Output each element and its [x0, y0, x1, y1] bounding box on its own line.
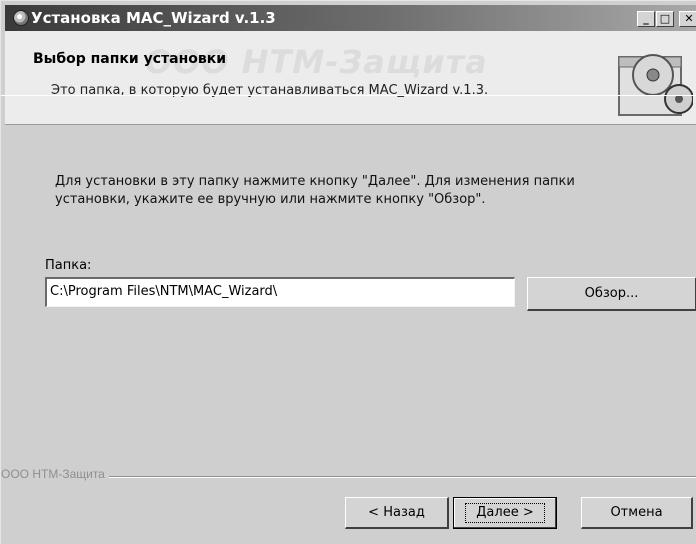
browse-button[interactable]: Обзор... [527, 277, 696, 311]
next-button-label: Далее > [465, 503, 545, 523]
maximize-button[interactable]: □ [656, 11, 674, 27]
header-panel: ООО НТМ-Защита Выбор папки установки Это… [5, 31, 696, 125]
close-button[interactable]: ✕ [679, 11, 696, 27]
back-button[interactable]: < Назад [345, 497, 449, 529]
folder-label: Папка: [45, 258, 92, 273]
folder-path-input[interactable]: C:\Program Files\NTM\MAC_Wizard\ [45, 277, 515, 307]
minimize-button[interactable]: _ [637, 11, 655, 27]
header-divider [1, 95, 696, 96]
instruction-text: Для установки в эту папку нажмите кнопку… [55, 174, 575, 207]
window-title: Установка MAC_Wizard v.1.3 [31, 9, 276, 27]
page-title: Выбор папки установки [33, 51, 227, 67]
next-button[interactable]: Далее > [453, 497, 557, 529]
company-label: ООО НТМ-Защита [1, 467, 109, 481]
installer-app-icon[interactable] [13, 10, 29, 26]
installer-window: Установка MAC_Wizard v.1.3 _ □ ✕ ООО НТМ… [0, 0, 696, 544]
cancel-button[interactable]: Отмена [581, 497, 693, 529]
title-bar[interactable]: Установка MAC_Wizard v.1.3 _ □ ✕ [5, 5, 696, 31]
cd-installer-icon [618, 54, 693, 116]
